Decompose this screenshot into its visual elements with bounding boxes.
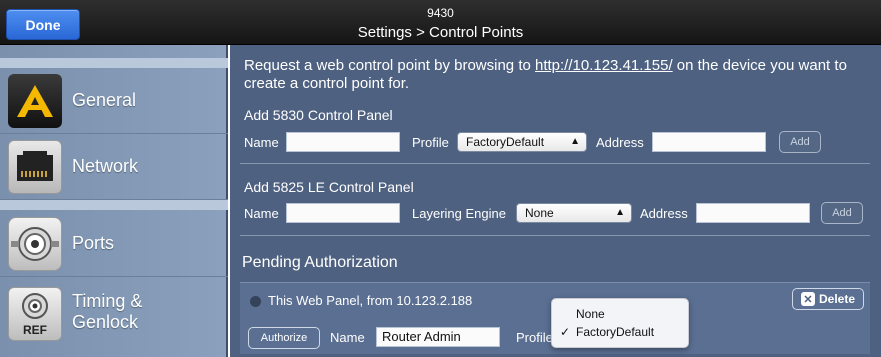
ref-badge-text: REF bbox=[23, 323, 47, 337]
address-label: Address bbox=[596, 135, 644, 150]
5830-address-field[interactable] bbox=[652, 132, 766, 152]
profile-label: Profile bbox=[516, 330, 553, 345]
name-label: Name bbox=[244, 135, 279, 150]
ref-connector-icon: REF bbox=[8, 287, 62, 341]
name-label: Name bbox=[330, 330, 365, 345]
network-port-icon bbox=[8, 140, 62, 194]
profile-label: Profile bbox=[412, 135, 449, 150]
sidebar-divider bbox=[0, 200, 228, 210]
updown-arrow-icon: ▲ bbox=[615, 207, 625, 218]
device-web-link[interactable]: http://10.123.41.155/ bbox=[535, 57, 673, 74]
page-title: Settings > Control Points bbox=[357, 24, 524, 41]
device-name: 9430 bbox=[427, 6, 454, 20]
updown-arrow-icon: ▲ bbox=[570, 136, 580, 147]
5825-address-field[interactable] bbox=[696, 203, 810, 223]
address-label: Address bbox=[640, 206, 688, 221]
sidebar-item-general[interactable]: General bbox=[0, 68, 228, 134]
checkmark-icon: ✓ bbox=[560, 325, 571, 339]
pending-name-field[interactable]: Router Admin bbox=[376, 327, 500, 347]
sidebar-item-ports[interactable]: Ports bbox=[0, 211, 228, 277]
layering-engine-select[interactable]: None ▲ bbox=[516, 203, 632, 223]
general-a-icon bbox=[8, 74, 62, 128]
sidebar-item-label: General bbox=[72, 90, 137, 110]
select-value: None bbox=[525, 206, 554, 220]
sidebar-divider bbox=[0, 58, 228, 68]
dropdown-option-none[interactable]: None bbox=[576, 307, 714, 321]
top-bar: Done 9430 Settings > Control Points bbox=[0, 0, 881, 45]
profile-dropdown-menu: None ✓ FactoryDefault bbox=[551, 298, 689, 348]
delete-label: Delete bbox=[818, 292, 856, 306]
name-label: Name bbox=[244, 206, 279, 221]
5825-name-field[interactable] bbox=[286, 203, 400, 223]
pending-authorization-title: Pending Authorization bbox=[242, 254, 398, 271]
sidebar-item-label: Timing & Genlock bbox=[72, 291, 142, 333]
sidebar-item-label: Network bbox=[72, 156, 139, 176]
add-5830-title: Add 5830 Control Panel bbox=[244, 107, 393, 123]
sidebar-item-label: Ports bbox=[72, 233, 115, 253]
close-icon: ✕ bbox=[800, 292, 815, 306]
add-5830-button[interactable]: Add bbox=[779, 131, 821, 153]
sidebar: General Network Ports REF Timing & Genlo… bbox=[0, 45, 228, 357]
5830-name-field[interactable] bbox=[286, 132, 400, 152]
bnc-port-icon bbox=[8, 217, 62, 271]
request-text-before: Request a web control point by browsing … bbox=[244, 57, 535, 74]
5830-profile-select[interactable]: FactoryDefault ▲ bbox=[457, 132, 587, 152]
layering-engine-label: Layering Engine bbox=[412, 206, 506, 221]
sidebar-item-timing-genlock[interactable]: REF Timing & Genlock bbox=[0, 279, 228, 345]
timing-label-line2: Genlock bbox=[72, 312, 139, 332]
pending-entry-text: This Web Panel, from 10.123.2.188 bbox=[268, 293, 473, 308]
authorize-button[interactable]: Authorize bbox=[248, 327, 320, 349]
dropdown-option-label: FactoryDefault bbox=[576, 325, 655, 339]
add-5825-button[interactable]: Add bbox=[821, 202, 863, 224]
request-instructions: Request a web control point by browsing … bbox=[244, 57, 864, 93]
select-value: FactoryDefault bbox=[466, 135, 545, 149]
section-divider bbox=[240, 163, 870, 164]
status-dot-icon bbox=[250, 296, 261, 307]
add-5825-title: Add 5825 LE Control Panel bbox=[244, 179, 414, 195]
section-divider bbox=[240, 235, 870, 236]
timing-label-line1: Timing & bbox=[72, 291, 143, 311]
delete-button[interactable]: ✕ Delete bbox=[792, 288, 864, 310]
sidebar-item-network[interactable]: Network bbox=[0, 134, 228, 200]
